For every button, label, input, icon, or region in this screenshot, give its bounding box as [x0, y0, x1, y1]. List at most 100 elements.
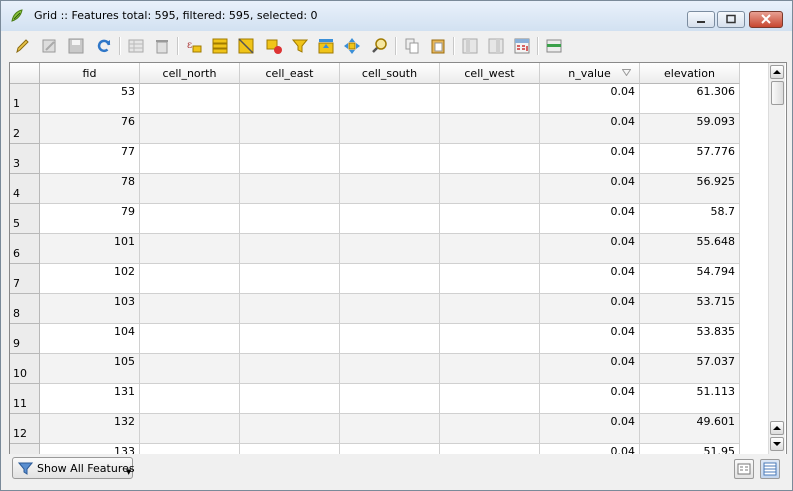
- add-feature-icon[interactable]: [127, 37, 145, 55]
- scroll-up-button-lower[interactable]: [770, 421, 784, 435]
- table-cell-fid[interactable]: 105: [40, 354, 140, 384]
- new-field-icon[interactable]: [461, 37, 479, 55]
- row-header[interactable]: 1: [10, 84, 40, 114]
- table-cell-cell-north[interactable]: [140, 84, 240, 114]
- column-header-cell-east[interactable]: cell_east: [240, 63, 340, 84]
- table-cell-cell-east[interactable]: [240, 144, 340, 174]
- pan-to-selected-icon[interactable]: [343, 37, 361, 55]
- table-cell-elevation[interactable]: 49.601: [640, 414, 740, 444]
- table-row[interactable]: 12 132 0.04 49.601: [10, 414, 768, 444]
- row-header[interactable]: 11: [10, 384, 40, 414]
- column-header-fid[interactable]: fid: [40, 63, 140, 84]
- table-cell-elevation[interactable]: 54.794: [640, 264, 740, 294]
- table-cell-n-value[interactable]: 0.04: [540, 414, 640, 444]
- vertical-scrollbar[interactable]: [768, 63, 785, 455]
- table-cell-elevation[interactable]: 61.306: [640, 84, 740, 114]
- table-cell-cell-west[interactable]: [440, 174, 540, 204]
- table-row[interactable]: 11 131 0.04 51.113: [10, 384, 768, 414]
- table-cell-cell-west[interactable]: [440, 324, 540, 354]
- table-cell-cell-east[interactable]: [240, 84, 340, 114]
- multi-edit-icon[interactable]: [41, 37, 59, 55]
- table-cell-cell-west[interactable]: [440, 414, 540, 444]
- table-cell-elevation[interactable]: 57.037: [640, 354, 740, 384]
- table-cell-cell-north[interactable]: [140, 234, 240, 264]
- table-cell-fid[interactable]: 102: [40, 264, 140, 294]
- table-cell-fid[interactable]: 78: [40, 174, 140, 204]
- table-cell-cell-north[interactable]: [140, 264, 240, 294]
- row-header[interactable]: 12: [10, 414, 40, 444]
- table-cell-n-value[interactable]: 0.04: [540, 294, 640, 324]
- table-cell-cell-west[interactable]: [440, 354, 540, 384]
- table-cell-cell-east[interactable]: [240, 354, 340, 384]
- table-cell-cell-north[interactable]: [140, 324, 240, 354]
- table-cell-cell-west[interactable]: [440, 114, 540, 144]
- save-edits-icon[interactable]: [67, 37, 85, 55]
- invert-selection-icon[interactable]: [237, 37, 255, 55]
- column-header-n-value[interactable]: n_value: [540, 63, 640, 84]
- table-cell-cell-north[interactable]: [140, 114, 240, 144]
- table-cell-cell-north[interactable]: [140, 354, 240, 384]
- move-selection-to-top-icon[interactable]: [317, 37, 335, 55]
- table-cell-cell-east[interactable]: [240, 384, 340, 414]
- filter-selection-icon[interactable]: [291, 37, 309, 55]
- table-cell-fid[interactable]: 131: [40, 384, 140, 414]
- table-cell-cell-east[interactable]: [240, 174, 340, 204]
- row-header[interactable]: 3: [10, 144, 40, 174]
- table-cell-cell-east[interactable]: [240, 234, 340, 264]
- table-cell-cell-west[interactable]: [440, 84, 540, 114]
- deselect-all-icon[interactable]: [265, 37, 283, 55]
- field-calculator-icon[interactable]: [513, 37, 531, 55]
- table-cell-cell-north[interactable]: [140, 144, 240, 174]
- table-cell-elevation[interactable]: 51.113: [640, 384, 740, 414]
- row-header[interactable]: 2: [10, 114, 40, 144]
- table-cell-cell-west[interactable]: [440, 294, 540, 324]
- column-header-cell-north[interactable]: cell_north: [140, 63, 240, 84]
- row-header[interactable]: 7: [10, 264, 40, 294]
- scroll-down-button[interactable]: [770, 437, 784, 451]
- reload-icon[interactable]: [95, 37, 113, 55]
- table-cell-cell-south[interactable]: [340, 144, 440, 174]
- toggle-editing-icon[interactable]: [13, 37, 31, 55]
- table-row[interactable]: 10 105 0.04 57.037: [10, 354, 768, 384]
- maximize-button[interactable]: [717, 11, 745, 28]
- table-cell-cell-east[interactable]: [240, 324, 340, 354]
- table-cell-n-value[interactable]: 0.04: [540, 234, 640, 264]
- column-header-cell-south[interactable]: cell_south: [340, 63, 440, 84]
- table-cell-fid[interactable]: 76: [40, 114, 140, 144]
- form-view-button[interactable]: [734, 459, 754, 479]
- select-all-corner[interactable]: [10, 63, 40, 84]
- conditional-formatting-icon[interactable]: [545, 37, 563, 55]
- delete-field-icon[interactable]: [487, 37, 505, 55]
- scroll-up-button[interactable]: [770, 65, 784, 79]
- table-row[interactable]: 6 101 0.04 55.648: [10, 234, 768, 264]
- table-cell-fid[interactable]: 132: [40, 414, 140, 444]
- close-button[interactable]: [749, 11, 783, 28]
- table-cell-n-value[interactable]: 0.04: [540, 384, 640, 414]
- table-cell-elevation[interactable]: 53.715: [640, 294, 740, 324]
- table-cell-cell-south[interactable]: [340, 384, 440, 414]
- table-cell-cell-west[interactable]: [440, 264, 540, 294]
- table-cell-elevation[interactable]: 58.7: [640, 204, 740, 234]
- table-row[interactable]: 8 103 0.04 53.715: [10, 294, 768, 324]
- table-cell-n-value[interactable]: 0.04: [540, 174, 640, 204]
- table-cell-cell-east[interactable]: [240, 204, 340, 234]
- table-cell-fid[interactable]: 77: [40, 144, 140, 174]
- table-cell-cell-south[interactable]: [340, 264, 440, 294]
- paste-features-icon[interactable]: [429, 37, 447, 55]
- table-row[interactable]: 4 78 0.04 56.925: [10, 174, 768, 204]
- minimize-button[interactable]: [687, 11, 715, 28]
- table-cell-cell-west[interactable]: [440, 204, 540, 234]
- row-header[interactable]: 4: [10, 174, 40, 204]
- table-cell-cell-east[interactable]: [240, 264, 340, 294]
- table-row[interactable]: 1 53 0.04 61.306: [10, 84, 768, 114]
- copy-rows-icon[interactable]: [403, 37, 421, 55]
- table-cell-elevation[interactable]: 56.925: [640, 174, 740, 204]
- table-cell-fid[interactable]: 104: [40, 324, 140, 354]
- table-cell-cell-east[interactable]: [240, 114, 340, 144]
- delete-selected-icon[interactable]: [153, 37, 171, 55]
- table-row[interactable]: 2 76 0.04 59.093: [10, 114, 768, 144]
- column-header-elevation[interactable]: elevation: [640, 63, 740, 84]
- row-header[interactable]: 10: [10, 354, 40, 384]
- table-cell-cell-north[interactable]: [140, 204, 240, 234]
- table-row[interactable]: 9 104 0.04 53.835: [10, 324, 768, 354]
